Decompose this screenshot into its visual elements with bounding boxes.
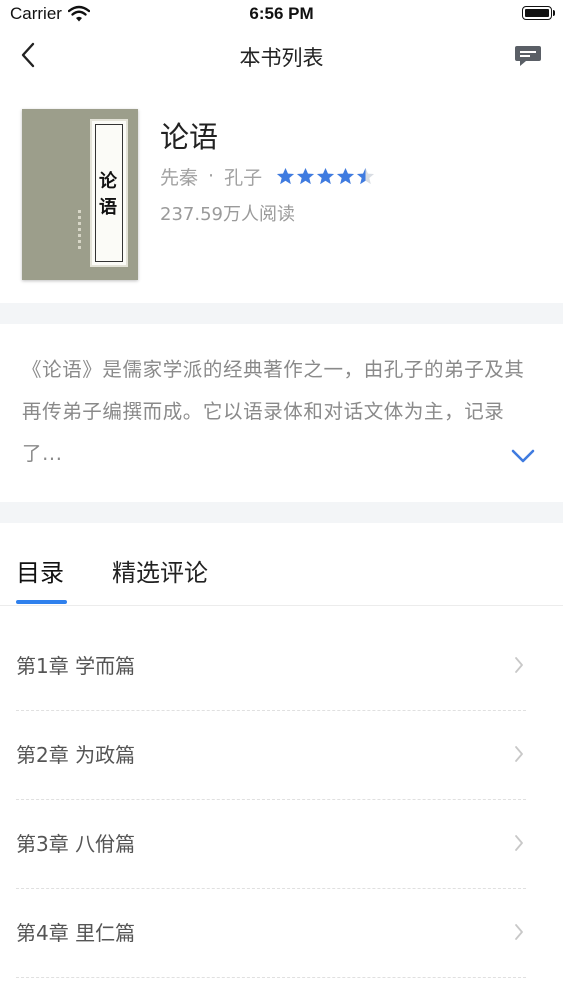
battery-icon bbox=[522, 6, 552, 20]
star-icon bbox=[337, 167, 355, 184]
clock: 6:56 PM bbox=[249, 4, 314, 23]
page-title: 本书列表 bbox=[239, 46, 324, 70]
chat-bubble-icon[interactable] bbox=[514, 44, 542, 70]
book-title: 论语 bbox=[160, 120, 219, 154]
chapter-label: 第1章 学而篇 bbox=[16, 654, 136, 678]
status-bar: Carrier 6:56 PM bbox=[0, 0, 563, 30]
chevron-right-icon bbox=[515, 657, 523, 673]
star-icon bbox=[357, 167, 375, 184]
active-tab-indicator bbox=[16, 600, 67, 604]
row-divider bbox=[16, 977, 526, 978]
tab-catalog[interactable]: 目录 bbox=[16, 553, 64, 588]
nav-bar: 本书列表 bbox=[0, 30, 563, 82]
meta-separator: · bbox=[208, 165, 215, 187]
tab-reviews[interactable]: 精选评论 bbox=[112, 553, 208, 588]
chapter-label: 第4章 里仁篇 bbox=[16, 921, 136, 945]
rating-stars bbox=[276, 167, 376, 186]
star-icon bbox=[297, 167, 315, 184]
tabs-divider bbox=[0, 605, 563, 606]
book-meta: 先秦 · 孔子 bbox=[160, 162, 376, 190]
chevron-down-icon[interactable] bbox=[508, 441, 538, 471]
book-author: 孔子 bbox=[224, 166, 263, 189]
chevron-right-icon bbox=[515, 924, 523, 940]
book-cover: 论语 bbox=[22, 109, 138, 280]
cover-title: 论语 bbox=[99, 171, 117, 218]
section-divider bbox=[0, 303, 563, 324]
chapter-label: 第2章 为政篇 bbox=[16, 743, 136, 767]
star-icon bbox=[317, 167, 335, 184]
book-era: 先秦 bbox=[160, 166, 199, 189]
chapter-row[interactable]: 第4章 里仁篇 bbox=[0, 889, 563, 978]
chapter-row[interactable]: 第1章 学而篇 bbox=[0, 622, 563, 711]
chapter-row[interactable]: 第3章 八佾篇 bbox=[0, 800, 563, 889]
book-intro: 《论语》是儒家学派的经典著作之一，由孔子的弟子及其再传弟子编撰而成。它以语录体和… bbox=[22, 358, 525, 465]
chapter-label: 第3章 八佾篇 bbox=[16, 832, 136, 856]
read-count: 237.59万人阅读 bbox=[160, 204, 295, 225]
star-icon bbox=[277, 167, 295, 184]
section-divider bbox=[0, 502, 563, 523]
chevron-right-icon bbox=[515, 835, 523, 851]
cover-subtitle-mark bbox=[74, 207, 84, 269]
chapter-row[interactable]: 第2章 为政篇 bbox=[0, 711, 563, 800]
cover-title-label: 论语 bbox=[90, 119, 128, 267]
chevron-right-icon bbox=[515, 746, 523, 762]
